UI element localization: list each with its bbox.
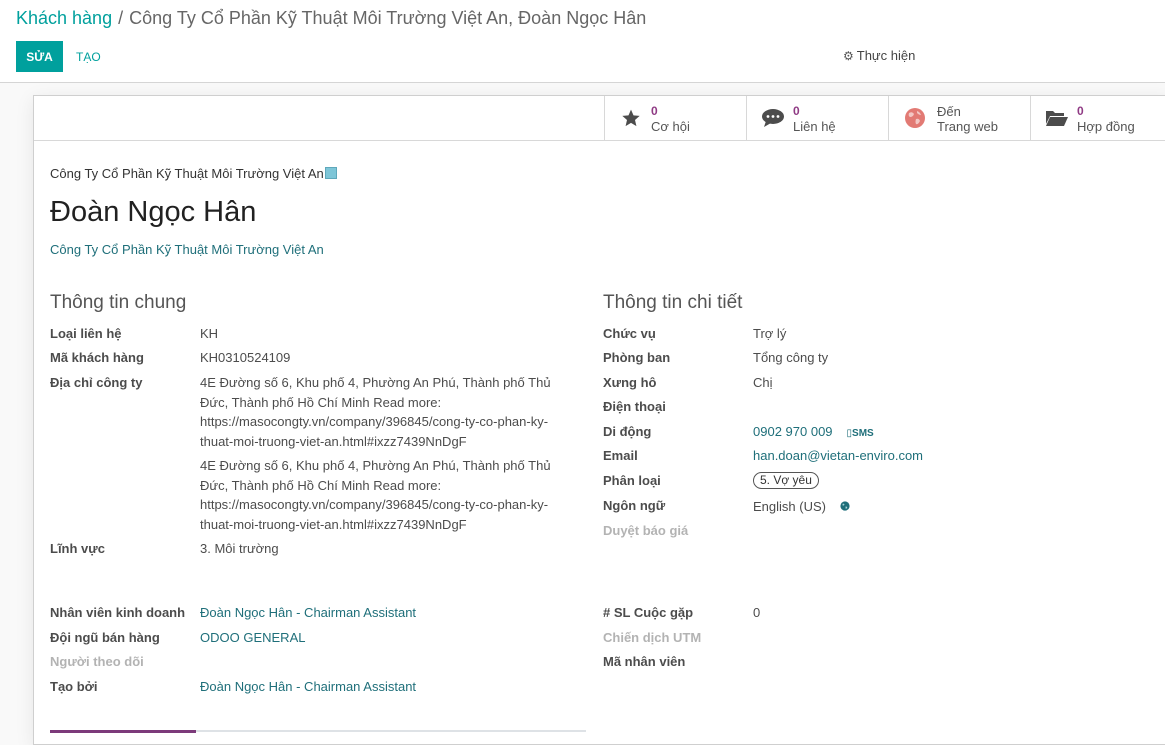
notebook-tabs <box>50 730 586 733</box>
salutation-label: Xưng hô <box>603 375 657 390</box>
breadcrumb-current: Công Ty Cổ Phần Kỹ Thuật Môi Trường Việt… <box>129 8 647 28</box>
breadcrumb-separator: / <box>118 8 124 28</box>
employee-code-label: Mã nhân viên <box>603 654 686 669</box>
category-label: Phân loại <box>603 473 661 488</box>
company-address-label: Địa chỉ công ty <box>50 375 143 390</box>
company-address-value-2: 4E Đường số 6, Khu phố 4, Phường An Phú,… <box>200 458 551 532</box>
form-sheet: 0 Cơ hội 0 Liên hệ Đến Trang web 0 Hợp đ… <box>33 95 1165 745</box>
contacts-button[interactable]: 0 Liên hệ <box>746 96 889 140</box>
mobile-link[interactable]: 0902 970 009 <box>753 424 833 439</box>
phone-label: Điện thoại <box>603 399 666 414</box>
sales-team-label: Đội ngũ bán hàng <box>50 630 160 645</box>
utm-campaign-label: Chiến dịch UTM <box>603 630 702 645</box>
breadcrumb-customers-link[interactable]: Khách hàng <box>16 8 112 28</box>
contacts-count: 0 <box>793 104 800 118</box>
parent-company-link[interactable]: Công Ty Cổ Phần Kỹ Thuật Môi Trường Việt… <box>50 242 324 257</box>
mobile-label: Di động <box>603 424 652 439</box>
meeting-count-label: # SL Cuộc gặp <box>603 605 694 620</box>
website-label: Trang web <box>937 119 998 134</box>
created-by-label: Tạo bởi <box>50 679 98 694</box>
create-button[interactable]: TẠO <box>66 41 111 72</box>
contact-name: Đoàn Ngọc Hân <box>50 196 257 228</box>
sms-label: SMS <box>852 428 874 439</box>
website-go-label: Đến <box>937 104 961 119</box>
edit-button[interactable]: SỬA <box>16 41 63 72</box>
contracts-button[interactable]: 0 Hợp đồng <box>1030 96 1165 140</box>
company-checkbox-icon[interactable] <box>324 167 337 179</box>
breadcrumb: Khách hàng / Công Ty Cổ Phần Kỹ Thuật Môi … <box>16 8 646 29</box>
comments-icon <box>761 107 785 129</box>
industry-value: 3. Môi trường <box>200 541 279 556</box>
sales-team-link[interactable]: ODOO GENERAL <box>200 630 305 645</box>
action-menu-label: Thực hiện <box>856 48 916 63</box>
contact-type-value: KH <box>200 326 219 341</box>
quote-approval-label: Duyệt báo giá <box>603 523 689 538</box>
action-menu-button[interactable]: ⚙ Thực hiện <box>843 48 915 63</box>
opportunities-button[interactable]: 0 Cơ hội <box>604 96 747 140</box>
company-type-text: Công Ty Cổ Phần Kỹ Thuật Môi Trường Việt… <box>50 166 324 181</box>
gear-icon: ⚙ <box>843 49 854 63</box>
department-value: Tổng công ty <box>753 350 829 365</box>
created-by-link[interactable]: Đoàn Ngọc Hân - Chairman Assistant <box>200 679 416 694</box>
company-type-line: Công Ty Cổ Phần Kỹ Thuật Môi Trường Việt… <box>50 166 337 181</box>
contacts-label: Liên hệ <box>793 119 836 134</box>
customer-code-value: KH0310524109 <box>200 350 291 365</box>
details-info-title: Thông tin chi tiết <box>603 292 743 313</box>
job-position-value: Trợ lý <box>753 326 787 341</box>
globe-icon <box>903 107 927 129</box>
control-panel: Khách hàng / Công Ty Cổ Phần Kỹ Thuật Môi … <box>0 0 1165 83</box>
email-link[interactable]: han.doan@vietan-enviro.com <box>753 448 923 463</box>
category-tag: 5. Vợ yêu <box>753 472 819 489</box>
language-label: Ngôn ngữ <box>603 498 666 513</box>
industry-label: Lĩnh vực <box>50 541 105 556</box>
opportunities-label: Cơ hội <box>651 119 690 134</box>
salutation-value: Chị <box>753 375 773 390</box>
customer-code-label: Mã khách hàng <box>50 350 144 365</box>
mobile-field: 0902 970 009 ▯SMS <box>753 424 874 439</box>
job-position-label: Chức vụ <box>603 326 656 341</box>
website-button[interactable]: Đến Trang web <box>888 96 1031 140</box>
opportunities-count: 0 <box>651 104 658 118</box>
department-label: Phòng ban <box>603 350 671 365</box>
salesperson-label: Nhân viên kinh doanh <box>50 605 186 620</box>
language-globe-icon[interactable] <box>840 499 850 514</box>
star-icon <box>619 107 643 129</box>
sms-button[interactable]: ▯SMS <box>847 428 874 439</box>
contracts-count: 0 <box>1077 104 1084 118</box>
language-value: English (US) <box>753 499 826 514</box>
email-label: Email <box>603 448 638 463</box>
language-field: English (US) <box>753 499 850 514</box>
meeting-count-value: 0 <box>753 605 761 620</box>
folder-open-icon <box>1045 107 1069 129</box>
general-info-title: Thông tin chung <box>50 292 187 313</box>
contracts-label: Hợp đồng <box>1077 119 1135 134</box>
contact-type-label: Loại liên hệ <box>50 326 122 341</box>
followers-label: Người theo dõi <box>50 654 144 669</box>
salesperson-link[interactable]: Đoàn Ngọc Hân - Chairman Assistant <box>200 605 416 620</box>
company-address-value-1: 4E Đường số 6, Khu phố 4, Phường An Phú,… <box>200 375 551 449</box>
smart-button-box: 0 Cơ hội 0 Liên hệ Đến Trang web 0 Hợp đ… <box>34 96 1165 141</box>
